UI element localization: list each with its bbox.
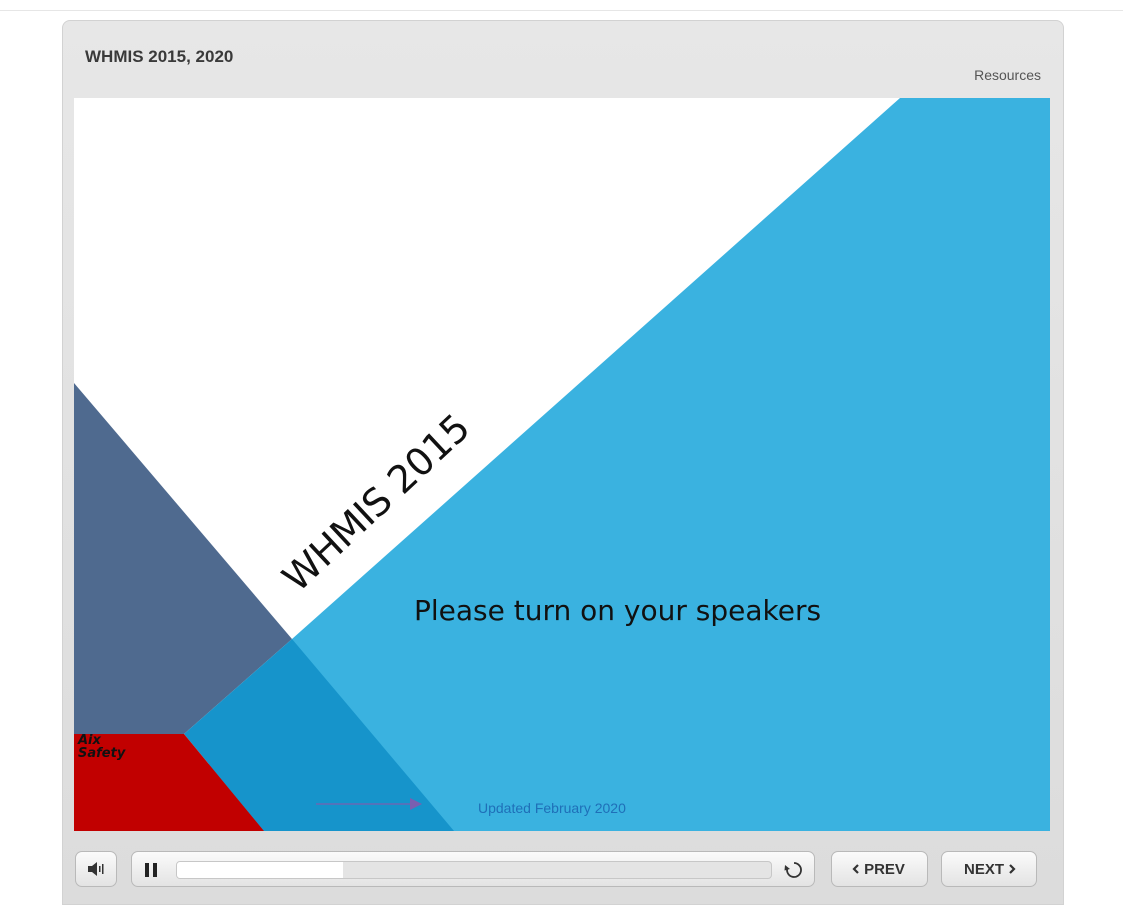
speaker-icon — [88, 862, 104, 876]
playback-controls: PREV NEXT — [74, 847, 1050, 891]
slide-subtitle: Please turn on your speakers — [414, 594, 822, 627]
progress-bar[interactable] — [176, 861, 772, 879]
slide-stage: WHMIS 2015 Please turn on your speakers … — [74, 98, 1050, 831]
brand-mark: Aix Safety — [78, 734, 125, 760]
brand-line-2: Safety — [78, 746, 126, 761]
audio-button[interactable] — [75, 851, 117, 887]
resources-link[interactable]: Resources — [974, 67, 1041, 83]
prev-button[interactable]: PREV — [831, 851, 928, 887]
course-player: WHMIS 2015, 2020 Resources WHMIS 2015 Pl… — [62, 20, 1064, 905]
browser-top-strip — [0, 0, 1123, 11]
progress-fill — [177, 862, 344, 878]
prev-label: PREV — [864, 860, 905, 878]
chevron-left-icon — [852, 864, 859, 874]
next-label: NEXT — [963, 860, 1004, 878]
replay-icon[interactable] — [784, 860, 804, 880]
updated-date: Updated February 2020 — [478, 800, 626, 816]
pause-icon[interactable] — [142, 861, 160, 879]
chevron-right-icon — [1009, 864, 1016, 874]
slide-background-shapes — [74, 98, 1050, 831]
next-button[interactable]: NEXT — [941, 851, 1037, 887]
seek-bar-group — [131, 851, 815, 887]
course-title: WHMIS 2015, 2020 — [85, 47, 234, 66]
